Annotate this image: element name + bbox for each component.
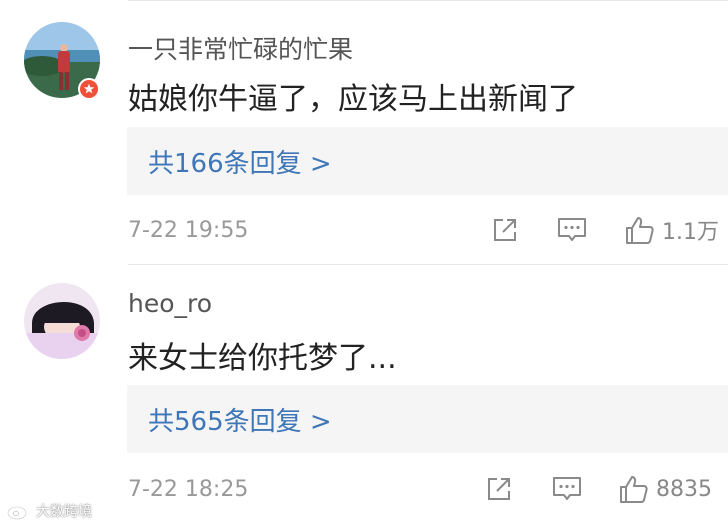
username[interactable]: 一只非常忙碌的忙果	[128, 30, 353, 66]
watermark: 大数跨境	[6, 501, 92, 521]
comment-footer: 7-22 18:25 8835	[0, 469, 728, 509]
comment-text: 姑娘你牛逼了，应该马上出新闻了	[128, 82, 578, 117]
anime-girl-avatar-icon	[24, 283, 100, 359]
comment-footer: 7-22 19:55 1.1万	[0, 210, 728, 250]
like-button[interactable]: 1.1万	[624, 214, 719, 246]
username[interactable]: heo_ro	[128, 289, 212, 318]
thumbs-up-icon	[620, 476, 648, 503]
share-icon	[494, 219, 516, 241]
comment-icon	[553, 477, 581, 500]
share-icon	[488, 478, 510, 500]
like-count: 1.1万	[662, 220, 719, 245]
reply-button[interactable]	[556, 214, 588, 246]
replies-button[interactable]: 共166条回复 >	[127, 127, 728, 195]
share-button[interactable]	[490, 214, 520, 246]
replies-button[interactable]: 共565条回复 >	[127, 385, 728, 453]
replies-label: 共565条回复 >	[148, 406, 332, 437]
replies-label: 共166条回复 >	[148, 148, 332, 179]
comment-icon	[558, 218, 586, 241]
weibo-logo-icon	[7, 504, 31, 520]
divider	[128, 0, 728, 1]
comment-text: 来女士给你托梦了...	[128, 341, 397, 376]
like-button[interactable]: 8835	[618, 473, 712, 505]
timestamp: 7-22 18:25	[128, 477, 249, 502]
share-button[interactable]	[484, 473, 514, 505]
avatar[interactable]	[24, 283, 100, 359]
thumbs-up-icon	[626, 217, 654, 244]
timestamp: 7-22 19:55	[128, 218, 249, 243]
watermark-text: 大数跨境	[36, 504, 92, 520]
divider	[128, 264, 728, 265]
verified-badge	[78, 78, 100, 100]
reply-button[interactable]	[551, 473, 583, 505]
like-count: 8835	[656, 476, 712, 502]
comment-list: 一只非常忙碌的忙果 姑娘你牛逼了，应该马上出新闻了 共166条回复 > 7-22…	[0, 0, 728, 527]
star-icon	[83, 83, 95, 94]
